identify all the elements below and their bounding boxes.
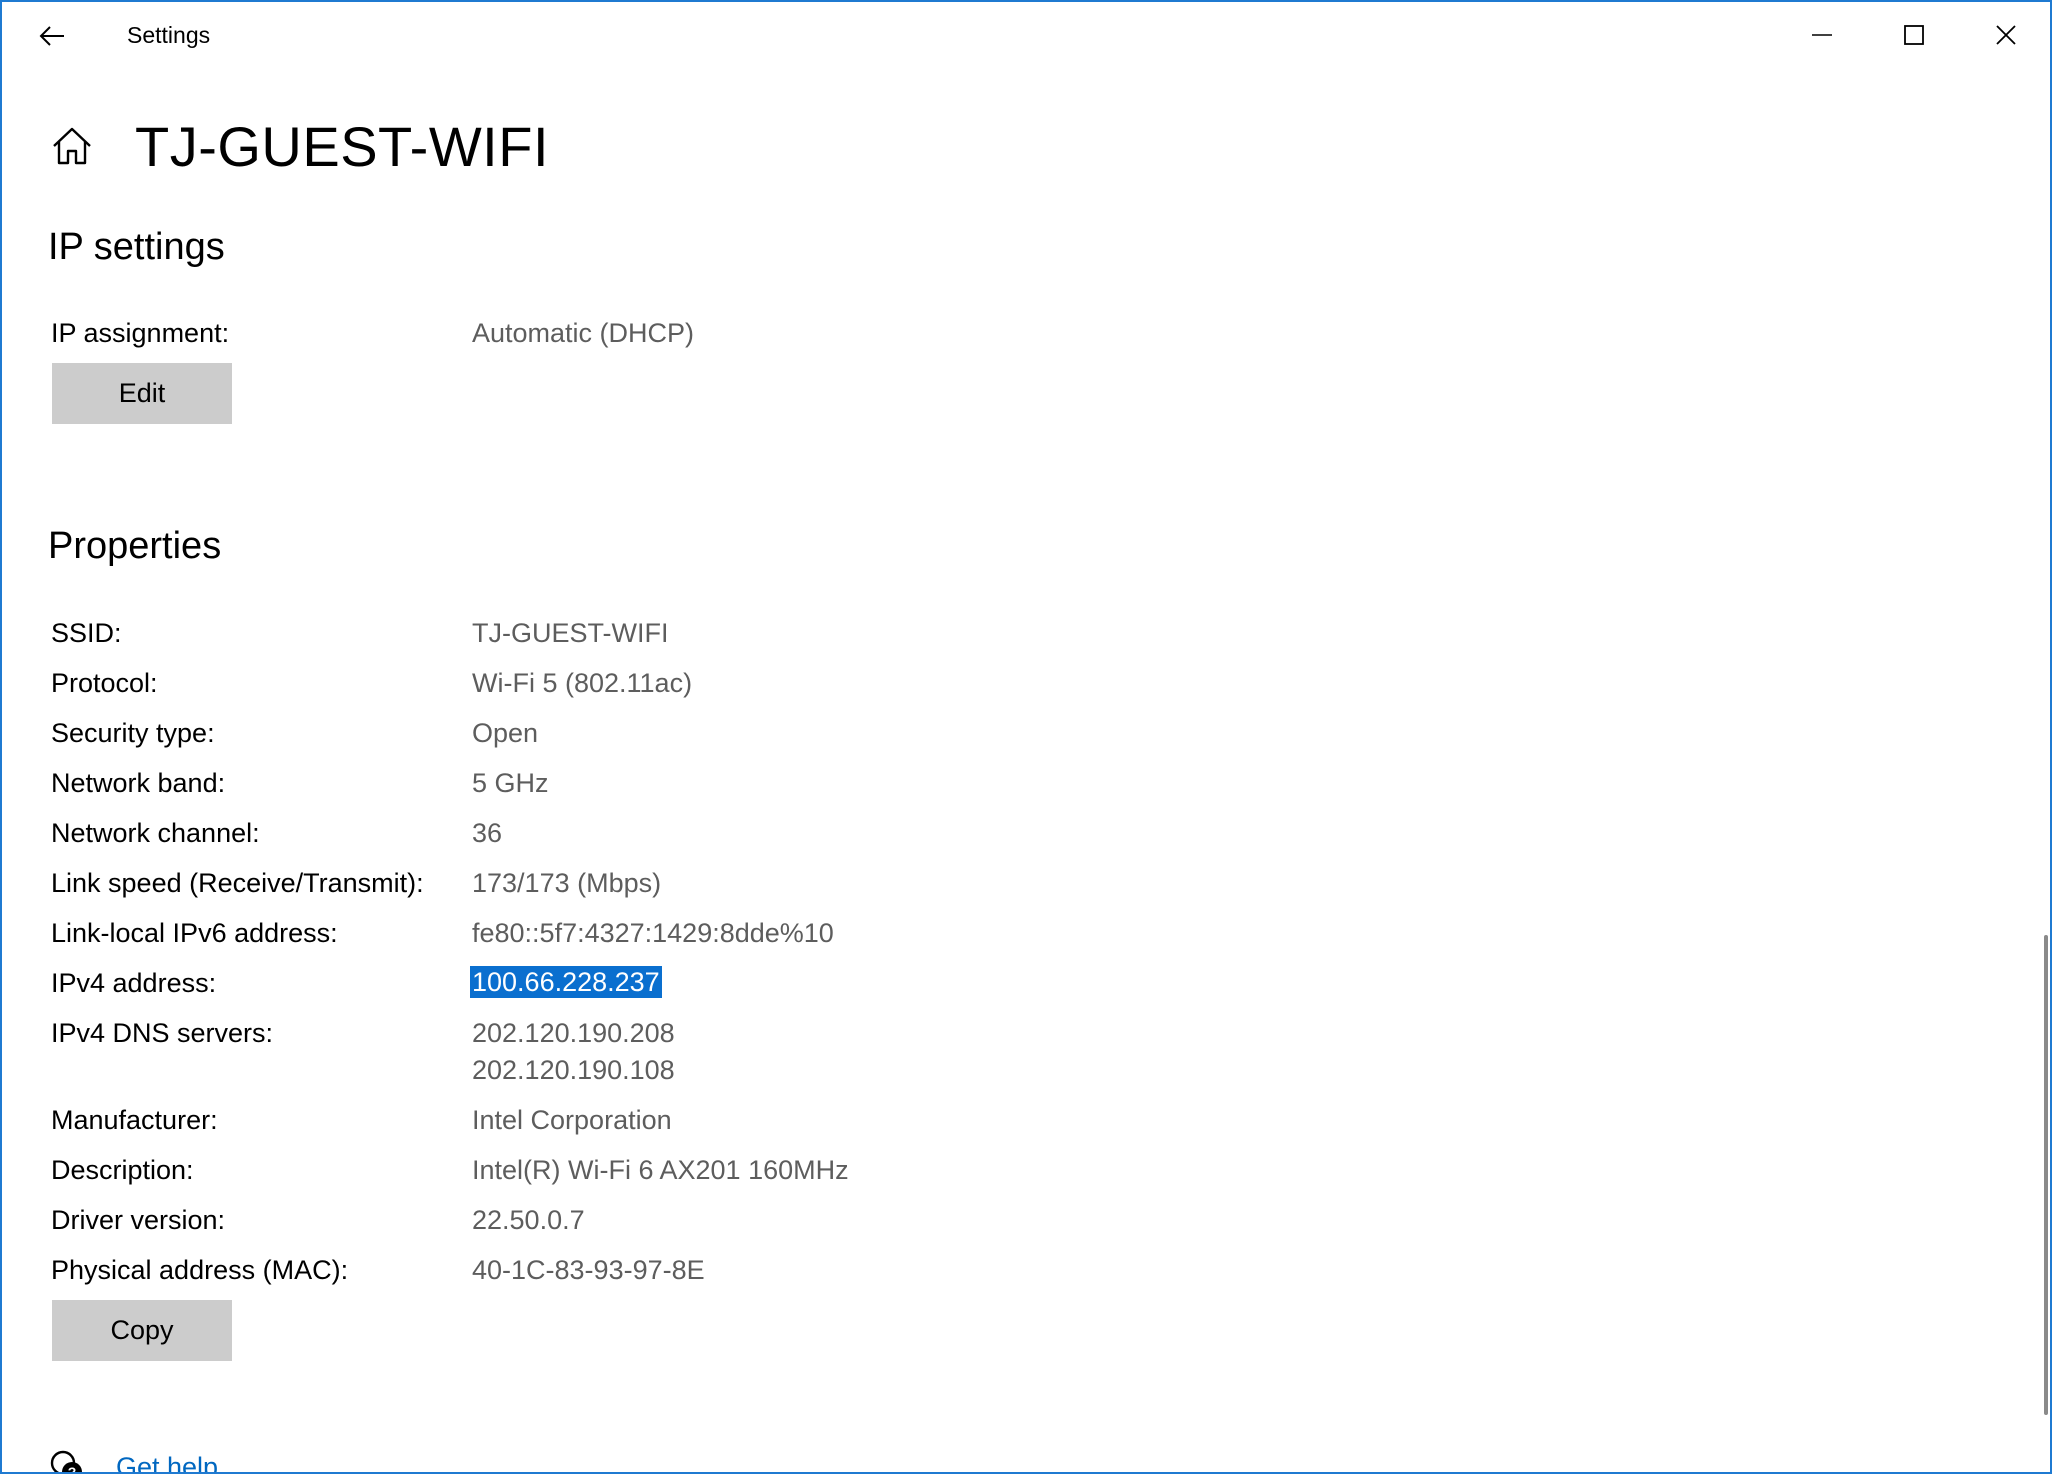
copy-button[interactable]: Copy <box>52 1300 232 1361</box>
ipv4-address-value-cell[interactable]: 100.66.228.237 <box>470 966 662 998</box>
ipv6-address-value: fe80::5f7:4327:1429:8dde%10 <box>472 918 834 948</box>
edit-button[interactable]: Edit <box>52 363 232 424</box>
settings-window: Settings TJ-GUEST-WIFI IP settings IP as… <box>0 0 2052 1474</box>
home-button[interactable] <box>50 124 94 168</box>
dns-server-primary: 202.120.190.208 <box>472 1018 675 1048</box>
network-channel-value: 36 <box>472 818 503 848</box>
ssid-value: TJ-GUEST-WIFI <box>472 618 669 648</box>
protocol-value: Wi-Fi 5 (802.11ac) <box>472 668 693 698</box>
network-band-label: Network band: <box>51 768 226 798</box>
maximize-button[interactable] <box>1868 2 1960 68</box>
ip-assignment-value: Automatic (DHCP) <box>472 318 695 348</box>
title-bar: Settings <box>2 2 2050 70</box>
description-value: Intel(R) Wi-Fi 6 AX201 160MHz <box>472 1155 849 1185</box>
protocol-label: Protocol: <box>51 668 158 698</box>
close-icon <box>1996 25 2016 45</box>
mac-address-label: Physical address (MAC): <box>51 1255 349 1285</box>
security-type-value: Open <box>472 718 539 748</box>
link-speed-label: Link speed (Receive/Transmit): <box>51 868 424 898</box>
network-band-value: 5 GHz <box>472 768 549 798</box>
dns-servers-label: IPv4 DNS servers: <box>51 1018 274 1048</box>
network-channel-label: Network channel: <box>51 818 260 848</box>
driver-version-value: 22.50.0.7 <box>472 1205 585 1235</box>
dns-server-secondary: 202.120.190.108 <box>472 1055 675 1085</box>
properties-heading: Properties <box>48 525 222 567</box>
ipv4-address-value[interactable]: 100.66.228.237 <box>470 966 662 998</box>
svg-text:?: ? <box>68 1464 77 1474</box>
ip-assignment-label: IP assignment: <box>51 318 230 348</box>
back-button[interactable] <box>24 12 80 60</box>
ip-settings-heading: IP settings <box>48 226 225 268</box>
minimize-button[interactable] <box>1776 2 1868 68</box>
maximize-icon <box>1904 25 1924 45</box>
get-help-row[interactable]: ? Get help <box>48 1448 218 1474</box>
description-label: Description: <box>51 1155 194 1185</box>
ssid-label: SSID: <box>51 618 122 648</box>
driver-version-label: Driver version: <box>51 1205 226 1235</box>
minimize-icon <box>1812 34 1832 36</box>
manufacturer-value: Intel Corporation <box>472 1105 672 1135</box>
back-arrow-icon <box>39 26 64 46</box>
security-type-label: Security type: <box>51 718 215 748</box>
help-chat-icon: ? <box>50 1450 82 1474</box>
get-help-link[interactable]: Get help <box>116 1452 218 1473</box>
vertical-scrollbar[interactable] <box>2044 935 2048 1415</box>
app-title: Settings <box>127 22 211 48</box>
mac-address-value: 40-1C-83-93-97-8E <box>472 1255 705 1285</box>
home-icon <box>53 127 91 165</box>
link-speed-value: 173/173 (Mbps) <box>472 868 662 898</box>
ipv6-address-label: Link-local IPv6 address: <box>51 918 338 948</box>
manufacturer-label: Manufacturer: <box>51 1105 218 1135</box>
page-title: TJ-GUEST-WIFI <box>135 115 550 178</box>
ipv4-address-label: IPv4 address: <box>51 968 217 998</box>
close-button[interactable] <box>1960 2 2050 68</box>
